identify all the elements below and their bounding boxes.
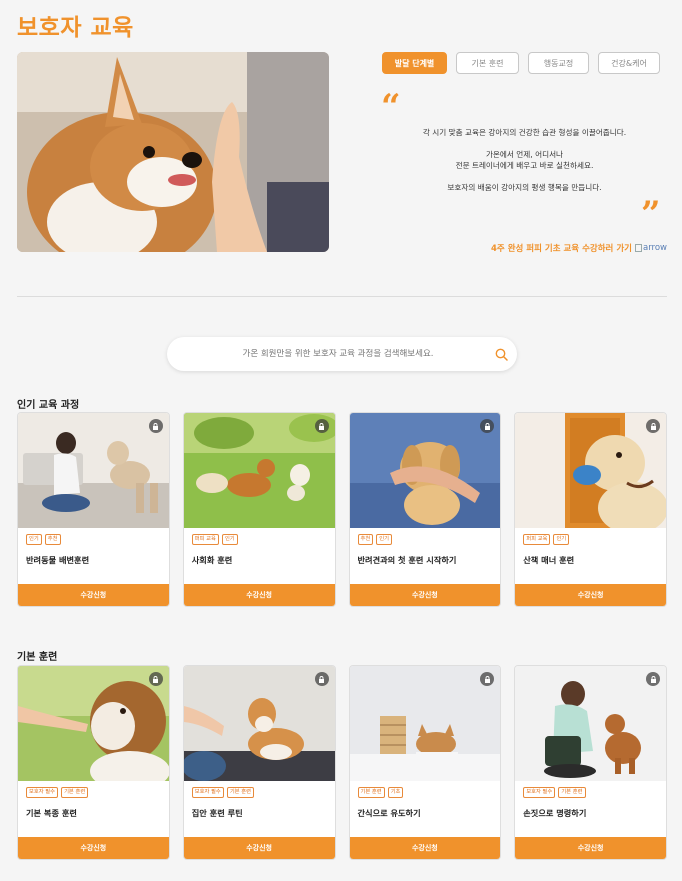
enroll-button[interactable]: 수강신청 xyxy=(183,584,335,606)
course-badge: 인기 xyxy=(221,534,238,545)
section-title-popular: 인기 교육 과정 xyxy=(17,400,80,411)
lock-icon xyxy=(314,672,329,686)
course-thumbnail xyxy=(515,666,666,781)
tab-development-stage[interactable]: 발달 단계별 xyxy=(382,52,447,74)
course-badge: 보호자 필수 xyxy=(523,787,556,798)
course-thumbnail xyxy=(183,413,335,528)
course-thumbnail xyxy=(515,413,666,528)
course-badge: 기본 훈련 xyxy=(226,787,254,798)
lock-icon xyxy=(646,419,660,433)
course-search-bar xyxy=(167,337,517,371)
course-title: 기본 복종 훈련 xyxy=(26,808,77,818)
course-title: 반려견과의 첫 훈련 시작하기 xyxy=(357,555,457,565)
course-title: 손짓으로 명령하기 xyxy=(523,808,587,818)
course-badge: 퍼피 교육 xyxy=(523,534,551,545)
category-tabs: 발달 단계별 기본 훈련 행동교정 건강&케어 xyxy=(382,52,660,74)
tab-behavior-correction[interactable]: 행동교정 xyxy=(528,52,589,74)
popular-course-list: 인기 추천 반려동물 배변훈련 수강신청 퍼피 교육 인기 사회화 훈련 수강신… xyxy=(17,412,667,607)
search-icon xyxy=(495,348,508,361)
course-badge: 보호자 필수 xyxy=(191,787,224,798)
course-search-input[interactable] xyxy=(167,349,485,359)
course-badges: 보호자 필수 기본 훈련 xyxy=(191,787,254,798)
course-card[interactable]: 보호자 필수 기본 훈련 집안 훈련 루틴 수강신청 xyxy=(182,665,336,860)
lock-icon xyxy=(148,672,163,686)
lock-icon xyxy=(646,672,660,686)
course-badges: 퍼피 교육 인기 xyxy=(523,534,570,545)
course-title: 사회화 훈련 xyxy=(191,555,233,565)
course-badges: 기본 훈련 기초 xyxy=(357,787,404,798)
course-title: 산책 매너 훈련 xyxy=(523,555,575,565)
course-card[interactable]: 추천 인기 반려견과의 첫 훈련 시작하기 수강신청 xyxy=(348,412,502,607)
enroll-button[interactable]: 수강신청 xyxy=(515,584,666,606)
enroll-button[interactable]: 수강신청 xyxy=(18,584,169,606)
course-badge: 기본 훈련 xyxy=(61,787,89,798)
intro-line: 보호자의 배움이 강아지의 평생 행복을 만듭니다. xyxy=(447,183,602,192)
course-badge: 인기 xyxy=(553,534,570,545)
course-badges: 보호자 필수 기본 훈련 xyxy=(26,787,89,798)
search-button[interactable] xyxy=(485,337,517,371)
enroll-button[interactable]: 수강신청 xyxy=(349,837,501,859)
enroll-button[interactable]: 수강신청 xyxy=(18,837,169,859)
course-badges: 인기 추천 xyxy=(26,534,61,545)
course-badge: 보호자 필수 xyxy=(26,787,59,798)
tab-health-care[interactable]: 건강&케어 xyxy=(598,52,660,74)
course-title: 간식으로 유도하기 xyxy=(357,808,421,818)
course-thumbnail xyxy=(349,413,501,528)
course-card[interactable]: 인기 추천 반려동물 배변훈련 수강신청 xyxy=(17,412,170,607)
course-badges: 보호자 필수 기본 훈련 xyxy=(523,787,586,798)
enroll-button[interactable]: 수강신청 xyxy=(349,584,501,606)
lock-icon xyxy=(148,419,163,433)
course-badge: 인기 xyxy=(26,534,42,545)
course-badge: 기초 xyxy=(387,787,404,798)
quote-open-icon: “ xyxy=(381,87,401,127)
enroll-button[interactable]: 수강신청 xyxy=(183,837,335,859)
arrow-icon: arrow xyxy=(634,243,667,253)
course-badges: 추천 인기 xyxy=(357,534,392,545)
course-badges: 퍼피 교육 인기 xyxy=(191,534,238,545)
enroll-button[interactable]: 수강신청 xyxy=(515,837,666,859)
section-title-basic: 기본 훈련 xyxy=(17,652,58,663)
section-divider xyxy=(17,296,667,297)
intro-text: 각 시기 맞춤 교육은 강아지의 건강한 습관 형성을 이끌어줍니다. 가온에서… xyxy=(382,127,667,204)
basic-course-list: 보호자 필수 기본 훈련 기본 복종 훈련 수강신청 보호자 필수 기본 훈련 … xyxy=(17,665,667,860)
course-badge: 추천 xyxy=(44,534,61,545)
intro-line: 가온에서 언제, 어디서나 전문 트레이너에게 배우고 바로 실천하세요. xyxy=(455,150,594,170)
course-card[interactable]: 퍼피 교육 인기 사회화 훈련 수강신청 xyxy=(182,412,336,607)
course-card[interactable]: 기본 훈련 기초 간식으로 유도하기 수강신청 xyxy=(348,665,502,860)
hero-image-corgi-high-five xyxy=(17,52,329,252)
page-title: 보호자 교육 xyxy=(17,15,134,41)
course-thumbnail xyxy=(18,666,169,781)
course-card[interactable]: 보호자 필수 기본 훈련 기본 복종 훈련 수강신청 xyxy=(17,665,170,860)
course-badge: 퍼피 교육 xyxy=(191,534,219,545)
course-badge: 인기 xyxy=(376,534,392,545)
course-card[interactable]: 퍼피 교육 인기 산책 매너 훈련 수강신청 xyxy=(514,412,667,607)
course-badge: 추천 xyxy=(357,534,374,545)
course-thumbnail xyxy=(18,413,169,528)
intro-line: 각 시기 맞춤 교육은 강아지의 건강한 습관 형성을 이끌어줍니다. xyxy=(422,128,627,137)
course-thumbnail xyxy=(349,666,501,781)
course-title: 집안 훈련 루틴 xyxy=(191,808,243,818)
tab-basic-training[interactable]: 기본 훈련 xyxy=(456,52,519,74)
course-badge: 기본 훈련 xyxy=(357,787,385,798)
course-title: 반려동물 배변훈련 xyxy=(26,555,90,565)
lock-icon xyxy=(314,419,329,433)
course-thumbnail xyxy=(183,666,335,781)
course-card[interactable]: 보호자 필수 기본 훈련 손짓으로 명령하기 수강신청 xyxy=(514,665,667,860)
puppy-course-link[interactable]: 4주 완성 퍼피 기초 교육 수강하러 가기 arrow xyxy=(491,242,667,254)
quote-close-icon: ” xyxy=(641,194,661,234)
puppy-course-link-label: 4주 완성 퍼피 기초 교육 수강하러 가기 xyxy=(491,244,632,254)
course-badge: 기본 훈련 xyxy=(558,787,586,798)
